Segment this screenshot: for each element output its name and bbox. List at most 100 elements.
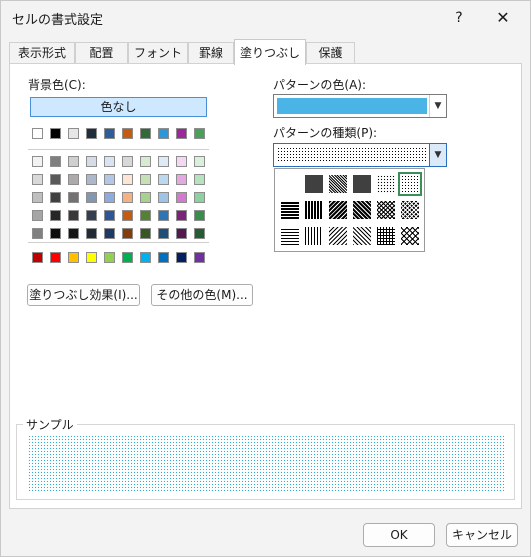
color-swatch[interactable] — [140, 128, 151, 139]
color-swatch[interactable] — [104, 252, 115, 263]
color-swatch[interactable] — [194, 156, 205, 167]
color-swatch[interactable] — [86, 210, 97, 221]
color-swatch[interactable] — [86, 228, 97, 239]
pattern-option[interactable] — [305, 227, 323, 245]
color-swatch[interactable] — [194, 174, 205, 185]
pattern-option[interactable] — [353, 175, 371, 193]
color-swatch[interactable] — [50, 228, 61, 239]
pattern-color-dropdown[interactable]: ▼ — [273, 94, 447, 118]
pattern-option[interactable] — [377, 175, 395, 193]
color-swatch[interactable] — [176, 192, 187, 203]
pattern-option[interactable] — [305, 175, 323, 193]
color-swatch[interactable] — [158, 252, 169, 263]
tab-border[interactable]: 罫線 — [188, 42, 234, 64]
color-swatch[interactable] — [194, 128, 205, 139]
color-swatch[interactable] — [86, 128, 97, 139]
color-swatch[interactable] — [32, 228, 43, 239]
color-swatch[interactable] — [140, 192, 151, 203]
color-swatch[interactable] — [86, 192, 97, 203]
pattern-option[interactable] — [329, 201, 347, 219]
color-swatch[interactable] — [68, 174, 79, 185]
tab-font[interactable]: フォント — [128, 42, 188, 64]
color-swatch[interactable] — [50, 210, 61, 221]
cancel-button[interactable]: キャンセル — [446, 523, 518, 547]
color-swatch[interactable] — [140, 252, 151, 263]
chevron-down-icon[interactable]: ▼ — [429, 95, 446, 117]
color-swatch[interactable] — [194, 252, 205, 263]
color-swatch[interactable] — [122, 128, 133, 139]
color-swatch[interactable] — [140, 210, 151, 221]
tab-number[interactable]: 表示形式 — [9, 42, 75, 64]
pattern-option[interactable] — [353, 227, 371, 245]
color-swatch[interactable] — [194, 210, 205, 221]
color-swatch[interactable] — [68, 128, 79, 139]
color-swatch[interactable] — [32, 192, 43, 203]
color-swatch[interactable] — [140, 156, 151, 167]
color-swatch[interactable] — [122, 174, 133, 185]
color-swatch[interactable] — [140, 174, 151, 185]
color-swatch[interactable] — [104, 228, 115, 239]
color-swatch[interactable] — [104, 156, 115, 167]
color-swatch[interactable] — [104, 128, 115, 139]
pattern-option[interactable] — [281, 227, 299, 245]
color-swatch[interactable] — [176, 210, 187, 221]
pattern-option[interactable] — [329, 175, 347, 193]
color-swatch[interactable] — [32, 174, 43, 185]
color-swatch[interactable] — [86, 156, 97, 167]
color-swatch[interactable] — [50, 174, 61, 185]
pattern-style-dropdown[interactable]: ▼ — [273, 143, 447, 167]
pattern-option[interactable] — [401, 227, 419, 245]
color-swatch[interactable] — [176, 228, 187, 239]
color-swatch[interactable] — [158, 210, 169, 221]
color-swatch[interactable] — [104, 174, 115, 185]
color-swatch[interactable] — [104, 210, 115, 221]
color-swatch[interactable] — [122, 156, 133, 167]
color-swatch[interactable] — [194, 228, 205, 239]
more-colors-button[interactable]: その他の色(M)... — [151, 284, 253, 306]
color-swatch[interactable] — [140, 228, 151, 239]
color-swatch[interactable] — [122, 252, 133, 263]
color-swatch[interactable] — [176, 128, 187, 139]
color-swatch[interactable] — [68, 156, 79, 167]
color-swatch[interactable] — [32, 156, 43, 167]
pattern-option[interactable] — [377, 227, 395, 245]
color-swatch[interactable] — [158, 174, 169, 185]
color-swatch[interactable] — [68, 252, 79, 263]
color-swatch[interactable] — [122, 228, 133, 239]
fill-effects-button[interactable]: 塗りつぶし効果(I)... — [27, 284, 140, 306]
color-swatch[interactable] — [158, 128, 169, 139]
color-swatch[interactable] — [158, 156, 169, 167]
pattern-option[interactable] — [305, 201, 323, 219]
pattern-option[interactable] — [329, 227, 347, 245]
color-swatch[interactable] — [50, 192, 61, 203]
color-swatch[interactable] — [86, 252, 97, 263]
close-icon[interactable]: ✕ — [491, 6, 515, 30]
color-swatch[interactable] — [32, 252, 43, 263]
color-swatch[interactable] — [32, 128, 43, 139]
pattern-option[interactable] — [281, 201, 299, 219]
color-swatch[interactable] — [176, 174, 187, 185]
ok-button[interactable]: OK — [363, 523, 435, 547]
color-swatch[interactable] — [104, 192, 115, 203]
tab-alignment[interactable]: 配置 — [75, 42, 128, 64]
chevron-down-icon[interactable]: ▼ — [429, 144, 446, 166]
tab-fill[interactable]: 塗りつぶし — [234, 39, 306, 65]
color-swatch[interactable] — [122, 192, 133, 203]
color-swatch[interactable] — [158, 228, 169, 239]
color-swatch[interactable] — [50, 156, 61, 167]
color-swatch[interactable] — [176, 252, 187, 263]
color-swatch[interactable] — [32, 210, 43, 221]
pattern-option[interactable] — [401, 201, 419, 219]
no-color-button[interactable]: 色なし — [30, 97, 207, 117]
color-swatch[interactable] — [86, 174, 97, 185]
color-swatch[interactable] — [50, 128, 61, 139]
color-swatch[interactable] — [176, 156, 187, 167]
color-swatch[interactable] — [68, 210, 79, 221]
pattern-option[interactable] — [398, 172, 422, 196]
help-icon[interactable]: ? — [447, 6, 471, 30]
color-swatch[interactable] — [122, 210, 133, 221]
pattern-option[interactable] — [377, 201, 395, 219]
pattern-option[interactable] — [353, 201, 371, 219]
color-swatch[interactable] — [68, 192, 79, 203]
color-swatch[interactable] — [158, 192, 169, 203]
